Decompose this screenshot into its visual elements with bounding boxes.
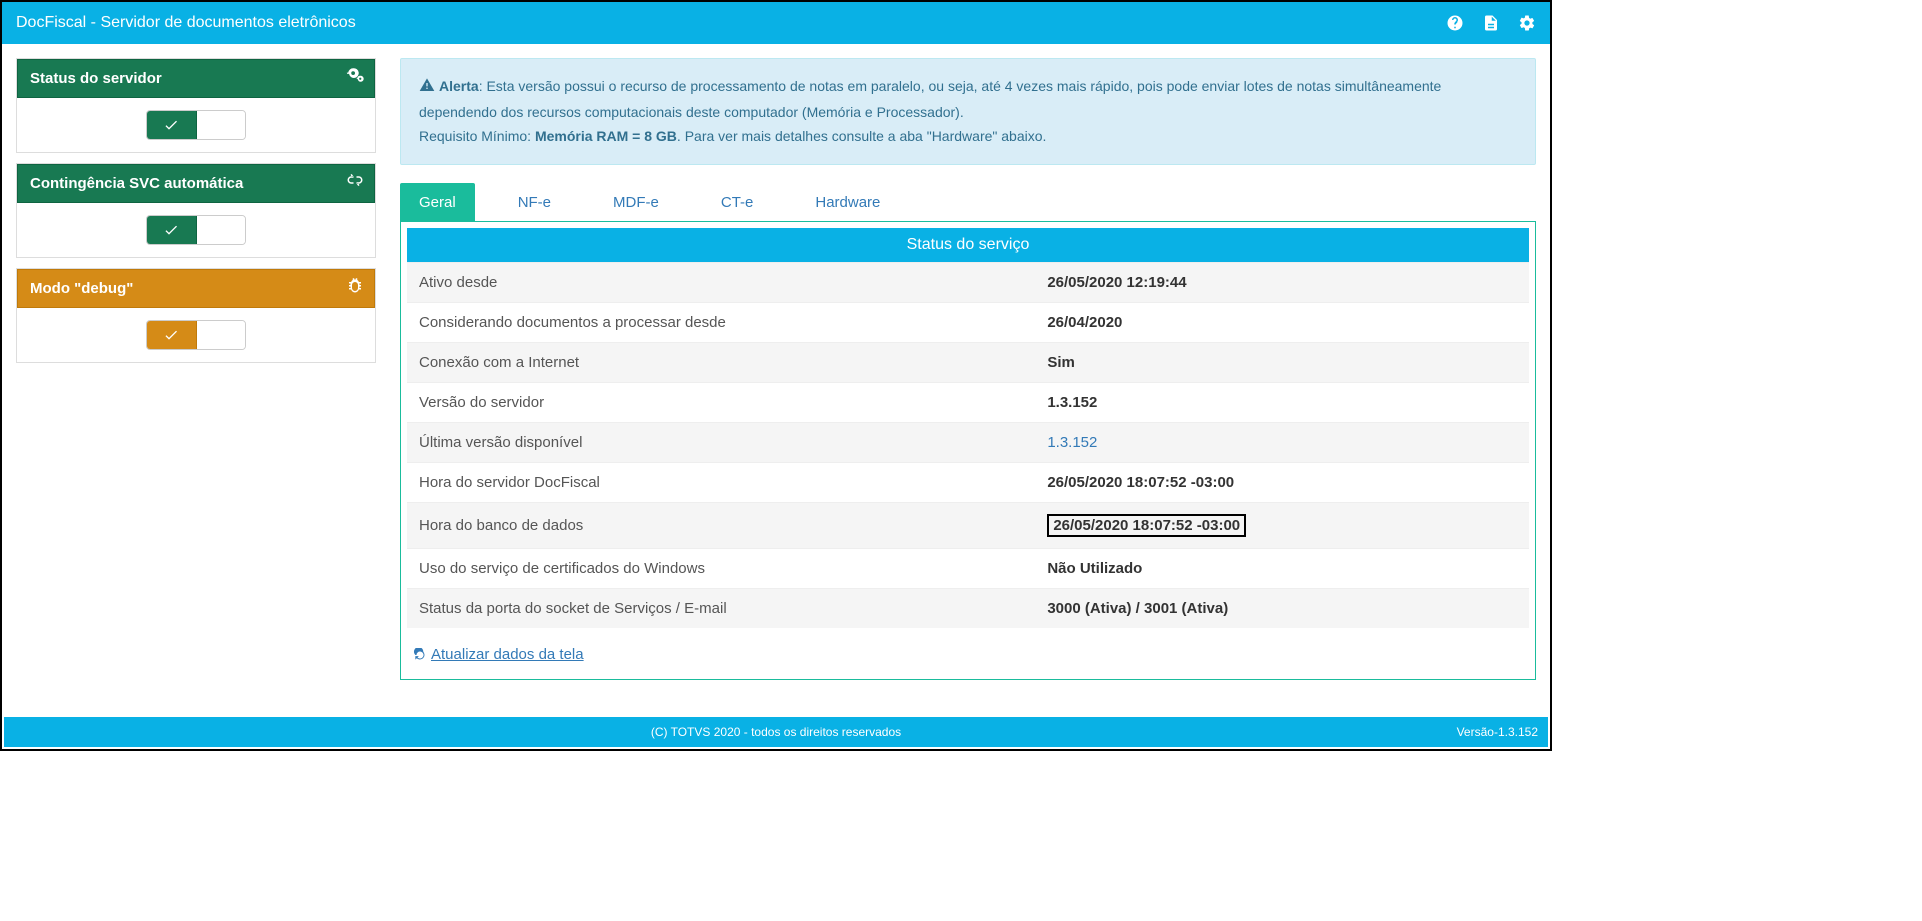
tab-bar: Geral NF-e MDF-e CT-e Hardware [400,183,1536,221]
row-value[interactable]: 1.3.152 [1035,423,1529,463]
row-label: Status da porta do socket de Serviços / … [407,589,1035,629]
card-modo-debug: Modo "debug" [16,268,376,363]
row-value: 3000 (Ativa) / 3001 (Ativa) [1035,589,1529,629]
row-value: Sim [1035,343,1529,383]
cogs-icon [346,66,364,84]
table-row: Última versão disponível 1.3.152 [407,423,1529,463]
row-label: Considerando documentos a processar desd… [407,303,1035,343]
row-value: 26/05/2020 18:07:52 -03:00 [1035,503,1529,549]
tab-cte[interactable]: CT-e [702,183,773,221]
alert-text-2c: . Para ver mais detalhes consulte a aba … [677,128,1046,144]
tab-mdfe[interactable]: MDF-e [594,183,678,221]
page-body: Status do servidor Contingência SVC auto… [2,44,1550,694]
card-header: Contingência SVC automática [17,164,375,203]
card-title: Status do servidor [30,70,162,87]
alert-text-1: : Esta versão possui o recurso de proces… [419,78,1441,120]
toggle-debug[interactable] [146,320,246,350]
table-row: Conexão com a InternetSim [407,343,1529,383]
main-content: Alerta: Esta versão possui o recurso de … [400,58,1536,680]
card-body [17,203,375,257]
card-title: Modo "debug" [30,280,133,297]
row-label: Versão do servidor [407,383,1035,423]
row-label: Hora do servidor DocFiscal [407,463,1035,503]
row-value: 26/05/2020 12:19:44 [1035,263,1529,303]
footer-copyright: (C) TOTVS 2020 - todos os direitos reser… [651,725,901,739]
bug-icon [346,276,364,294]
row-label: Hora do banco de dados [407,503,1035,549]
help-icon[interactable] [1446,14,1464,32]
row-value: 26/05/2020 18:07:52 -03:00 [1035,463,1529,503]
boxed-value: 26/05/2020 18:07:52 -03:00 [1047,514,1246,537]
card-title: Contingência SVC automática [30,175,243,192]
card-contingencia-svc: Contingência SVC automática [16,163,376,258]
row-label: Uso do serviço de certificados do Window… [407,549,1035,589]
alert-label: Alerta [439,78,479,94]
row-value: Não Utilizado [1035,549,1529,589]
topbar-actions [1446,14,1536,32]
card-header: Modo "debug" [17,269,375,308]
card-body [17,308,375,362]
refresh-label: Atualizar dados da tela [431,646,584,663]
table-row: Ativo desde26/05/2020 12:19:44 [407,263,1529,303]
tab-hardware[interactable]: Hardware [796,183,899,221]
sidebar: Status do servidor Contingência SVC auto… [16,58,376,680]
toggle-status-servidor[interactable] [146,110,246,140]
table-row: Considerando documentos a processar desd… [407,303,1529,343]
toggle-contingencia[interactable] [146,215,246,245]
gear-icon[interactable] [1518,14,1536,32]
footer-version: Versão-1.3.152 [1457,725,1538,739]
document-icon[interactable] [1482,14,1500,32]
status-table: Ativo desde26/05/2020 12:19:44Consideran… [407,262,1529,628]
card-header: Status do servidor [17,59,375,98]
broken-link-icon [346,171,364,189]
card-body [17,98,375,152]
app-title: DocFiscal - Servidor de documentos eletr… [16,14,356,32]
row-value: 1.3.152 [1035,383,1529,423]
row-label: Conexão com a Internet [407,343,1035,383]
footer: (C) TOTVS 2020 - todos os direitos reser… [4,717,1548,747]
alert-text-2a: Requisito Mínimo: [419,128,535,144]
alert-text-2b: Memória RAM = 8 GB [535,128,677,144]
table-row: Versão do servidor1.3.152 [407,383,1529,423]
tab-nfe[interactable]: NF-e [499,183,570,221]
topbar: DocFiscal - Servidor de documentos eletr… [2,2,1550,44]
tab-geral[interactable]: Geral [400,183,475,221]
table-row: Hora do banco de dados 26/05/2020 18:07:5… [407,503,1529,549]
table-row: Uso do serviço de certificados do Window… [407,549,1529,589]
alert-box: Alerta: Esta versão possui o recurso de … [400,58,1536,165]
table-row: Status da porta do socket de Serviços / … [407,589,1529,629]
row-value: 26/04/2020 [1035,303,1529,343]
status-panel: Status do serviço Ativo desde26/05/2020 … [400,221,1536,680]
refresh-link[interactable]: Atualizar dados da tela [413,646,584,663]
row-label: Ativo desde [407,263,1035,303]
warning-icon [419,77,435,101]
version-link[interactable]: 1.3.152 [1047,434,1097,451]
panel-title: Status do serviço [407,228,1529,262]
row-label: Última versão disponível [407,423,1035,463]
card-status-servidor: Status do servidor [16,58,376,153]
table-row: Hora do servidor DocFiscal26/05/2020 18:… [407,463,1529,503]
